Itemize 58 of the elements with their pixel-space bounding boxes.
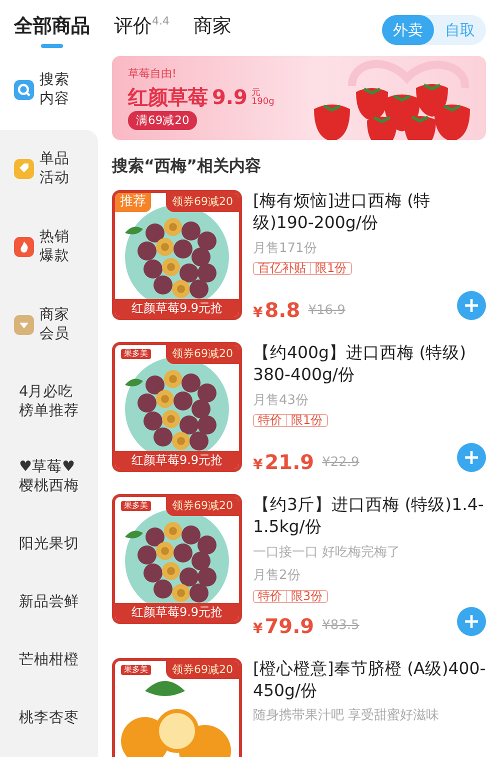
product-title[interactable]: [梅有烦恼]进口西梅 (特级)190-200g/份 [253,190,486,235]
monthly-sales: 月售43份 [253,392,310,410]
banner-headline: 红颜草莓 [128,86,208,107]
banner-kicker: 草莓自由! [128,66,178,82]
original-price: ¥16.9 [308,302,346,320]
add-button[interactable] [457,291,486,320]
plus-icon [464,614,479,629]
banner-price: 9.9 [212,86,248,107]
banner-weight: 190g [251,98,274,107]
section-heading: 搜索“西梅”相关内容 [112,155,262,177]
sidebar-item[interactable]: 热销爆款 [0,208,98,286]
coupon-badge: 领券69减20 [166,497,239,516]
sidebar-item[interactable]: 4月必吃榜单推荐 [0,363,98,440]
product-image[interactable]: 果多美 领券69减20 红颜草莓9.9元抢 [112,342,242,472]
monthly-sales: 月售171份 [253,240,318,258]
product-title[interactable]: 【约400g】进口西梅 (特级) 380-400g/份 [253,342,486,387]
price: ¥21.9 [253,452,314,472]
sidebar-item[interactable]: 芒柚柑橙 [0,631,98,689]
shop-logo: 果多美 [121,349,151,360]
product-tagline: 随身携带果汁吧 享受甜蜜好滋味 [253,707,440,726]
promo-tags: 特价 限3份 [253,590,328,603]
shop-logo: 果多美 [121,501,151,512]
banner-coupon: 满69减20 [128,110,198,130]
promo-strip: 红颜草莓9.9元抢 [115,299,239,317]
sidebar-item[interactable]: 单品活动 [0,130,98,208]
sidebar-item[interactable]: 新品尝鲜 [0,574,98,631]
monthly-sales: 月售2份 [253,567,302,586]
product-image[interactable]: 果多美 领券69减20 红颜草莓9.9元抢 [112,494,242,624]
banner-currency: 元 [251,88,260,98]
original-price: ¥22.9 [322,454,360,472]
promo-tags: 百亿补贴 限1份 [253,262,352,276]
add-button[interactable] [457,443,486,472]
price: ¥8.8 [253,300,300,320]
recommend-badge: 推荐 [115,193,151,212]
plus-icon [464,298,479,313]
sidebar-item[interactable]: 商家会员 [0,286,98,363]
original-price: ¥83.5 [322,617,360,636]
coupon-badge: 领券69减20 [166,660,239,680]
tab[interactable]: 商家 [194,12,232,48]
promo-tags: 特价 限1份 [253,414,328,428]
price: ¥79.9 [253,616,314,636]
coupon-badge: 领券69减20 [166,193,239,212]
product-title[interactable]: [橙心橙意]奉节脐橙 (A级)400-450g/份 [253,658,486,702]
sidebar-item[interactable]: ♥草莓♥樱桃西梅 [0,440,98,514]
product-tagline: 一口接一口 好吃梅完梅了 [253,544,402,562]
product-title[interactable]: 【约3斤】进口西梅 (特级)1.4-1.5kg/份 [253,494,486,539]
coupon-badge: 领券69减20 [166,345,239,364]
product-image[interactable]: 推荐 领券69减20 红颜草莓9.9元抢 [112,190,242,320]
tab[interactable]: 全部商品 [14,12,90,48]
sidebar-item[interactable]: 阳光果切 [0,514,98,574]
promo-strip: 红颜草莓9.9元抢 [115,451,239,469]
sidebar-item[interactable]: 桃李杏枣 [0,689,98,747]
plus-icon [464,450,479,465]
add-button[interactable] [457,606,486,636]
shop-logo: 果多美 [121,664,151,675]
tab[interactable]: 评价$^{4.4}$ [114,12,170,48]
product-image[interactable]: 果多美 领券69减20 [112,658,242,757]
promo-strip: 红颜草莓9.9元抢 [115,603,239,621]
